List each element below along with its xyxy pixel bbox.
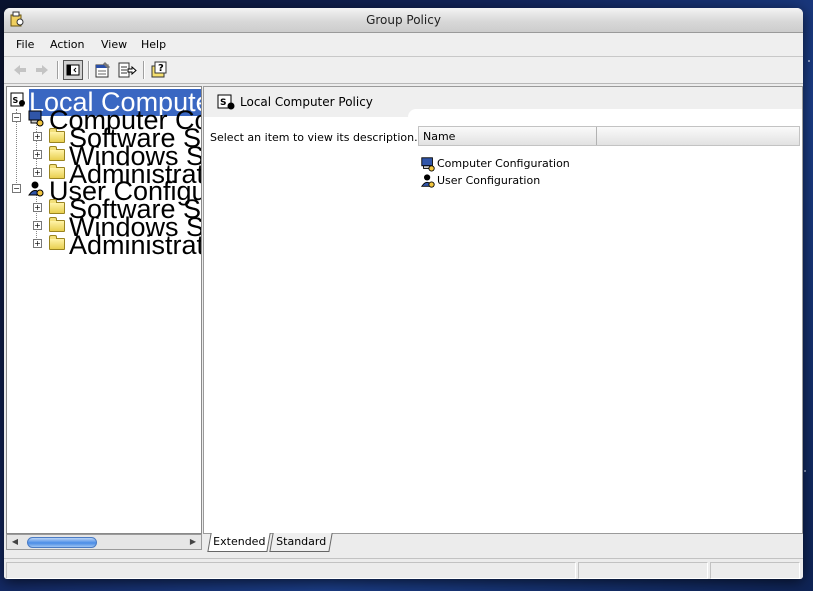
tab-standard[interactable]: Standard (269, 533, 333, 552)
computer-configuration-icon (28, 110, 44, 127)
tab-label: Standard (276, 535, 327, 548)
group-policy-window: Group Policy File Action View Help ? S L… (4, 8, 803, 579)
details-header: S Local Computer Policy (204, 87, 802, 117)
scroll-left-icon[interactable]: ◀ (9, 536, 21, 548)
folder-icon (49, 235, 65, 250)
toolbar-separator (143, 61, 145, 79)
toolbar: ? (4, 57, 803, 84)
toolbar-separator (57, 61, 59, 79)
menu-file[interactable]: File (16, 38, 34, 51)
computer-configuration-icon (421, 157, 435, 172)
list-column-header: Name (418, 126, 800, 146)
menu-action[interactable]: Action (50, 38, 84, 51)
tab-extended[interactable]: Extended (207, 533, 271, 552)
tab-label: Extended (213, 535, 266, 548)
help-icon[interactable]: ? (149, 60, 169, 80)
scroll-right-icon[interactable]: ▶ (187, 536, 199, 548)
header-decoration (408, 109, 802, 117)
column-name[interactable]: Name (423, 130, 455, 143)
scrollbar-thumb[interactable] (27, 537, 97, 548)
background-star (808, 60, 810, 62)
status-segment (578, 562, 708, 579)
svg-text:S: S (220, 98, 226, 108)
folder-icon (49, 146, 65, 161)
status-segment (6, 562, 576, 579)
title-bar[interactable]: Group Policy (4, 8, 803, 33)
details-title: Local Computer Policy (240, 95, 373, 109)
expand-toggle[interactable]: + (33, 221, 42, 230)
menu-help[interactable]: Help (141, 38, 166, 51)
description-text: Select an item to view its description. (210, 131, 418, 144)
collapse-toggle[interactable]: − (12, 113, 21, 122)
export-list-icon[interactable] (117, 60, 137, 80)
column-divider[interactable] (596, 127, 597, 145)
folder-icon (49, 199, 65, 214)
status-segment (710, 562, 800, 579)
expand-toggle[interactable]: + (33, 203, 42, 212)
view-tabs: Extended Standard (203, 533, 801, 553)
tree-horizontal-scrollbar[interactable]: ◀ ▶ (6, 534, 202, 550)
tree-line (36, 120, 37, 170)
expand-toggle[interactable]: + (33, 132, 42, 141)
svg-text:S: S (13, 96, 19, 105)
list-item-label: Computer Configuration (437, 157, 570, 170)
policy-scroll-icon: S (217, 94, 235, 110)
properties-icon[interactable] (93, 60, 113, 80)
expand-toggle[interactable]: + (33, 239, 42, 248)
status-bar (4, 558, 803, 579)
user-configuration-icon (28, 181, 44, 197)
menu-view[interactable]: View (101, 38, 127, 51)
details-pane: S Local Computer Policy Select an item t… (203, 86, 803, 534)
tree-item-label: Administrative Templates (69, 230, 201, 260)
toolbar-separator (88, 61, 90, 79)
svg-text:?: ? (158, 63, 164, 74)
collapse-toggle[interactable]: − (12, 184, 21, 193)
menu-bar: File Action View Help (4, 33, 803, 57)
forward-arrow-icon[interactable] (32, 60, 52, 80)
user-configuration-icon (420, 174, 435, 188)
folder-icon (49, 217, 65, 232)
window-title: Group Policy (366, 13, 441, 27)
policy-scroll-icon: S (10, 92, 25, 107)
back-arrow-icon[interactable] (10, 60, 30, 80)
background-star (804, 470, 806, 472)
folder-icon (49, 128, 65, 143)
expand-toggle[interactable]: + (33, 150, 42, 159)
console-tree[interactable]: S Local Computer Policy − Computer Confi… (6, 86, 202, 534)
expand-toggle[interactable]: + (33, 168, 42, 177)
list-item-label: User Configuration (437, 174, 541, 187)
show-hide-tree-icon[interactable] (63, 60, 83, 80)
